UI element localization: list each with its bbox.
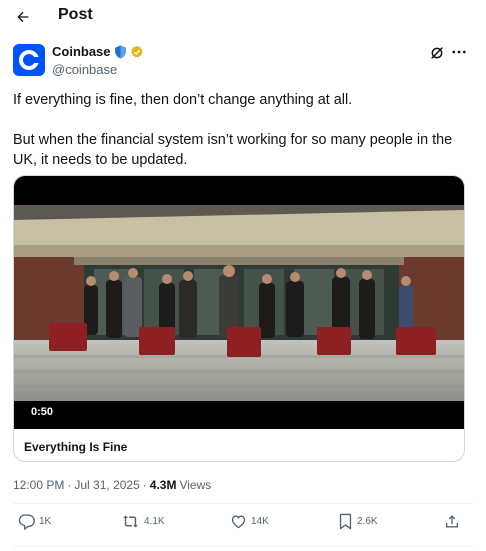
shield-icon — [114, 45, 126, 58]
views-label: Views — [179, 478, 212, 492]
video-frame-image — [14, 205, 464, 401]
handle[interactable]: @coinbase — [52, 62, 117, 77]
paragraph-spacer — [13, 110, 468, 130]
views-count: 4.3M — [149, 478, 177, 492]
arrow-left-icon — [17, 11, 29, 23]
back-button[interactable] — [12, 6, 34, 28]
repost-count: 4.1K — [144, 516, 165, 527]
page-header: Post — [0, 0, 486, 34]
repost-button[interactable]: 4.1K — [121, 513, 165, 530]
bookmark-count: 2.6K — [357, 516, 378, 527]
name-line: Coinbase — [52, 44, 144, 59]
tweet-paragraph: If everything is fine, then don’t change… — [13, 92, 353, 108]
action-bar: 1K 4.1K 14K 2.6K — [0, 513, 486, 535]
more-dots-icon — [452, 50, 466, 54]
post-time[interactable]: 12:00 PM — [13, 478, 64, 492]
tweet-paragraph: But when the financial system isn’t work… — [13, 132, 453, 168]
coinbase-logo-icon — [19, 50, 40, 70]
heart-icon — [231, 515, 246, 529]
tweet-metadata: 12:00 PM · Jul 31, 2025 · 4.3M Views — [13, 478, 211, 492]
video-duration: 0:50 — [31, 406, 54, 418]
video-player[interactable]: 0:50 — [14, 176, 464, 429]
repost-icon — [123, 515, 138, 528]
reply-button[interactable]: 1K — [18, 513, 51, 530]
divider — [13, 503, 473, 504]
bookmark-button[interactable]: 2.6K — [338, 513, 378, 530]
reply-count: 1K — [39, 516, 52, 527]
grok-button[interactable] — [429, 45, 445, 61]
bookmark-icon — [339, 513, 352, 530]
divider — [13, 546, 473, 547]
card-title[interactable]: Everything Is Fine — [24, 440, 127, 454]
avatar[interactable] — [13, 44, 45, 76]
author-row: Coinbase @coinbase — [13, 43, 473, 79]
reply-icon — [18, 514, 35, 530]
grok-icon — [431, 47, 443, 59]
media-card[interactable]: 0:50 Everything Is Fine — [13, 175, 465, 462]
verified-badge-icon[interactable] — [130, 45, 144, 59]
meta-separator: · — [67, 478, 72, 492]
share-icon — [446, 515, 458, 528]
like-button[interactable]: 14K — [230, 513, 269, 530]
post-date[interactable]: Jul 31, 2025 — [74, 478, 139, 492]
more-options-button[interactable] — [450, 43, 470, 61]
like-count: 14K — [251, 516, 269, 527]
share-button[interactable] — [444, 513, 460, 530]
meta-separator: · — [142, 478, 147, 492]
display-name[interactable]: Coinbase — [52, 44, 111, 59]
page-title: Post — [58, 6, 93, 23]
tweet-text: If everything is fine, then don’t change… — [13, 90, 468, 170]
